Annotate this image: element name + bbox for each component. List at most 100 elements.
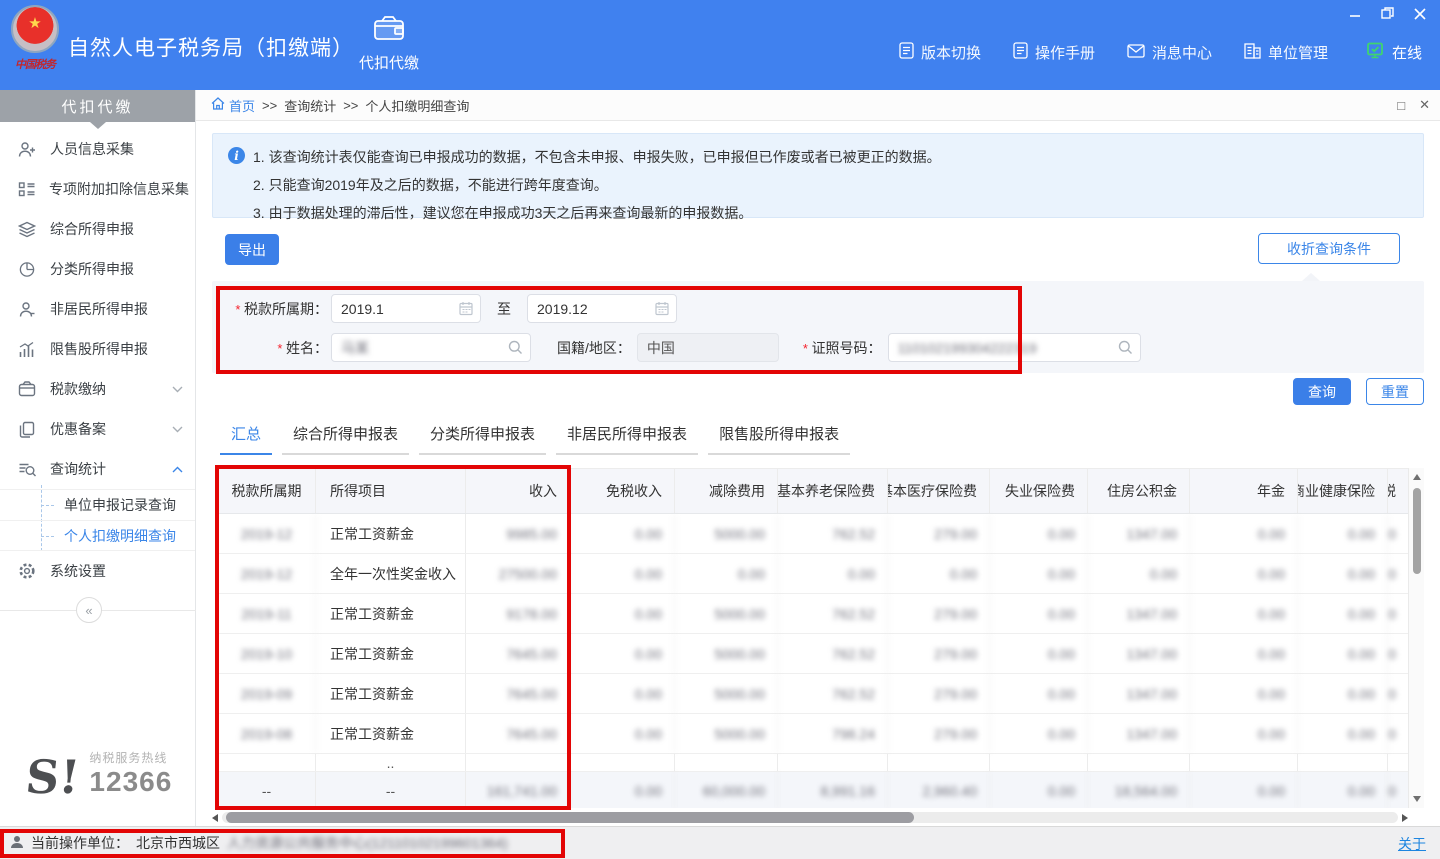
column-header: 减除费用 [675,469,778,513]
table-cell [778,754,888,771]
vertical-scroll-thumb[interactable] [1413,488,1421,574]
sidebar-item-label: 专项附加扣除信息采集 [49,179,189,199]
window-controls [1349,7,1426,20]
table-cell: 2019-10 [218,634,316,673]
horizontal-scroll-thumb[interactable] [226,812,914,823]
search-button[interactable]: 查询 [1293,378,1351,405]
table-cell: 0.00 [990,594,1088,633]
sidebar-subitem-personal-withholding-query[interactable]: 个人扣缴明细查询 [0,520,195,551]
about-link[interactable]: 关于 [1398,834,1426,854]
scroll-left-arrow[interactable] [212,814,218,822]
table-cell: 2019-09 [218,674,316,713]
tab-classified-income[interactable]: 分类所得申报表 [419,423,546,455]
menu-version-switch[interactable]: 版本切换 [899,42,981,63]
breadcrumb-home[interactable]: 首页 [211,96,255,115]
table-cell: 0.00 [990,674,1088,713]
breadcrumb-current: 个人扣缴明细查询 [365,96,469,115]
sidebar-item-comprehensive-income[interactable]: 综合所得申报 [0,209,195,249]
table-row[interactable]: 2019-09正常工资薪金7645.000.005000.00762.52279… [218,674,1408,714]
online-monitor-icon [1366,42,1384,63]
scroll-down-arrow[interactable] [1413,796,1421,802]
nationality-value: 中国 [647,338,675,358]
sidebar-item-classified-income[interactable]: 分类所得申报 [0,249,195,289]
table-cell: 7645.00 [466,674,570,713]
table-cell: 0.00 [1298,554,1388,593]
sidebar-collapse-button[interactable]: « [76,597,102,623]
sidebar-item-label: 系统设置 [50,561,183,581]
table-cell: 1347.00 [1088,674,1190,713]
table-cell: 279.00 [888,594,990,633]
scroll-right-arrow[interactable] [1402,814,1408,822]
tab-withholding[interactable]: 代扣代缴 [346,14,432,73]
table-cell: 0.00 [1190,674,1298,713]
menu-message-center[interactable]: 消息中心 [1127,42,1212,63]
name-value: 马某 [341,338,369,358]
period-from-input[interactable]: 2019.1 [331,294,481,323]
id-number-input[interactable]: 110102199304222319 [888,333,1141,362]
table-cell: 2019-12 [218,514,316,553]
restore-button[interactable] [1381,7,1394,20]
table-row[interactable]: 2019-08正常工资薪金7645.000.005000.00798.24279… [218,714,1408,754]
tab-restricted-stock[interactable]: 限售股所得申报表 [708,423,850,455]
minimize-button[interactable] [1349,8,1361,20]
table-total-row: ----161,741.000.0060,000.008,991.162,960… [218,772,1408,808]
menu-manual[interactable]: 操作手册 [1013,42,1095,63]
table-cell: 正常工资薪金 [316,514,466,553]
table-cell: 全年一次性奖金收入 [316,554,466,593]
tax-bureau-logo: 中国税务 [7,5,63,85]
app-title: 自然人电子税务局（扣缴端） [68,32,354,62]
notice-line: 3. 由于数据处理的滞后性，建议您在申报成功3天之后再来查询最新的申报数据。 [253,199,1409,227]
query-actions: 查询 重置 [196,378,1424,405]
table-row[interactable]: 2019-10正常工资薪金7645.000.005000.00762.52279… [218,634,1408,674]
search-icon[interactable] [508,340,523,358]
table-cell: 279.00 [888,714,990,753]
sidebar-subitem-label: 个人扣缴明细查询 [64,526,176,546]
table-row[interactable]: 2019-12正常工资薪金9985.000.005000.00762.52279… [218,514,1408,554]
bar-chart-icon [18,341,37,358]
sidebar-item-query-statistics[interactable]: 查询统计 [0,449,195,489]
table-row[interactable]: 2019-11正常工资薪金9178.000.005000.00762.52279… [218,594,1408,634]
table-cell: 9985.00 [466,514,570,553]
tab-summary[interactable]: 汇总 [220,423,272,455]
horizontal-scrollbar[interactable] [212,811,1408,824]
table-cell: 正常工资薪金 [316,714,466,753]
panel-maximize-icon[interactable]: □ [1397,98,1405,113]
pie-chart-icon [18,261,37,278]
sidebar-item-special-deduction[interactable]: 专项附加扣除信息采集 [0,169,195,209]
sidebar-item-system-settings[interactable]: 系统设置 [0,551,195,591]
sidebar-menu: 人员信息采集 专项附加扣除信息采集 综合所得申报 [0,129,195,591]
name-input[interactable]: 马某 [331,333,531,362]
table-cell: 1347.00 [1088,594,1190,633]
tab-nonresident-income[interactable]: 非居民所得申报表 [556,423,698,455]
reset-button[interactable]: 重置 [1366,378,1424,405]
to-label: 至 [497,299,511,319]
hotline-block: S! 纳税服务热线 12366 [26,749,172,798]
scroll-up-arrow[interactable] [1413,474,1421,480]
vertical-scrollbar[interactable] [1408,468,1424,808]
tab-comprehensive-income[interactable]: 综合所得申报表 [282,423,409,455]
current-unit-name: 北京市西城区 [136,833,220,853]
export-button[interactable]: 导出 [225,234,279,265]
sidebar-item-restricted-stock[interactable]: 限售股所得申报 [0,329,195,369]
calendar-icon[interactable] [655,301,669,319]
sidebar-item-preferential-filing[interactable]: 优惠备案 [0,409,195,449]
period-to-input[interactable]: 2019.12 [527,294,677,323]
id-number-value: 110102199304222319 [898,340,1037,356]
calendar-icon[interactable] [459,301,473,319]
table-row[interactable]: 2019-12全年一次性奖金收入27500.000.000.000.000.00… [218,554,1408,594]
table-cell: 正常工资薪金 [316,594,466,633]
collapse-query-button[interactable]: 收折查询条件 [1258,233,1400,264]
sidebar-item-tax-payment[interactable]: 税款缴纳 [0,369,195,409]
close-button[interactable] [1414,8,1426,20]
sidebar-item-personnel-info[interactable]: 人员信息采集 [0,129,195,169]
sidebar-item-nonresident-income[interactable]: 非居民所得申报 [0,289,195,329]
menu-unit-management[interactable]: 单位管理 [1244,42,1328,63]
table-cell: 0.00 [1298,514,1388,553]
table-cell: 0.00 [1388,714,1408,753]
table-cell: 0.00 [1190,634,1298,673]
sidebar-header: 代扣代缴 [0,90,195,122]
panel-close-icon[interactable]: ✕ [1419,97,1430,113]
sidebar-subitem-unit-declaration-query[interactable]: 单位申报记录查询 [0,489,195,520]
app-header: 中国税务 自然人电子税务局（扣缴端） 代扣代缴 版本切换 [0,0,1440,90]
search-icon[interactable] [1118,340,1133,358]
